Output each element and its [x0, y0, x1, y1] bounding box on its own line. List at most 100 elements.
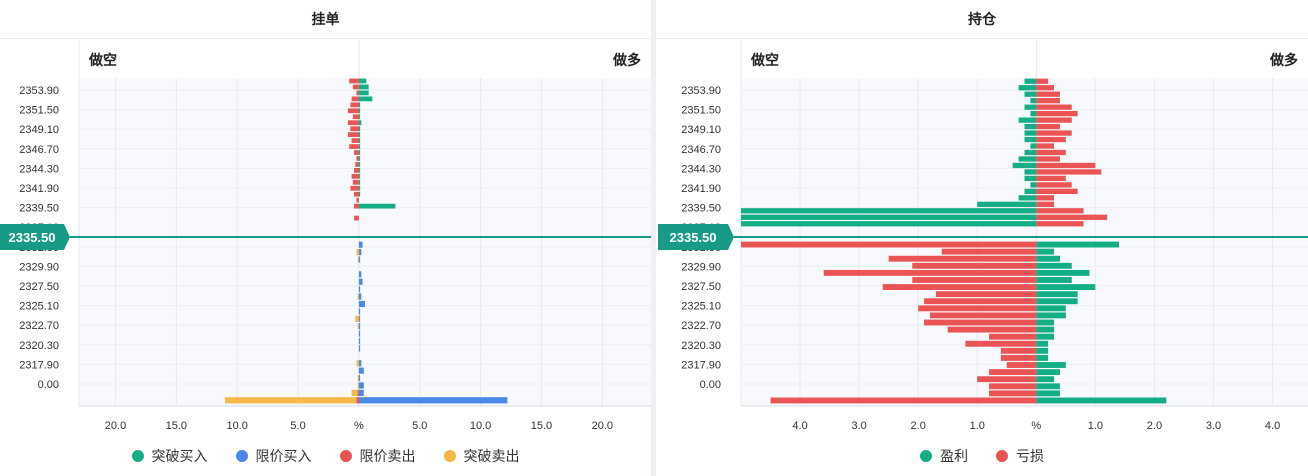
bar-short-profit	[1024, 91, 1037, 97]
bar-short-limit-sell	[351, 138, 359, 143]
bar-long-breakout-buy	[358, 144, 361, 149]
bar-long-profit	[1036, 319, 1055, 326]
bar-short-profit	[1024, 136, 1037, 143]
bar-long-breakout-buy	[358, 185, 361, 191]
bar-short-breakout-sell	[355, 315, 359, 322]
x-tick-label: 10.0	[470, 420, 491, 432]
bar-short-profit	[1024, 78, 1037, 84]
bar-short-loss	[941, 248, 1037, 255]
legend-label: 亏损	[1016, 448, 1044, 464]
bar-short-limit-sell	[352, 114, 359, 120]
legend-item-limit-sell[interactable]: 限价卖出	[339, 446, 416, 466]
legend-item-profit[interactable]: 盈利	[920, 446, 968, 466]
bar-long-profit	[1036, 248, 1055, 255]
bar-short-loss	[1006, 362, 1037, 368]
bar-long-limit-buy	[358, 382, 364, 389]
current-price-label: 2335.50	[9, 230, 56, 245]
bar-long-breakout-buy	[358, 96, 373, 102]
bar-long-profit	[1036, 305, 1066, 312]
y-tick-label: 2344.30	[681, 163, 721, 175]
bar-short-breakout-sell	[357, 374, 359, 382]
bar-long-loss	[1036, 85, 1055, 91]
bar-long-profit	[1036, 291, 1078, 298]
bar-long-breakout-buy	[358, 132, 361, 137]
bar-short-profit	[1024, 104, 1037, 110]
bar-short-limit-sell	[347, 132, 359, 137]
y-tick-label: 2349.10	[19, 124, 59, 136]
bar-short-breakout-sell	[356, 360, 359, 367]
y-tick-label: 2320.30	[19, 340, 59, 352]
bar-long-profit	[1036, 397, 1167, 404]
x-tick-label: 2.0	[911, 420, 926, 432]
y-tick-label: 2322.70	[19, 320, 59, 332]
bar-short-loss	[965, 340, 1037, 347]
bar-short-profit	[1024, 130, 1037, 136]
bar-long-loss	[1036, 169, 1102, 175]
bar-short-limit-sell	[354, 191, 359, 197]
bar-short-limit-sell	[349, 78, 359, 84]
bar-long-profit	[1036, 340, 1049, 347]
bar-long-breakout-buy	[358, 191, 361, 197]
bar-long-breakout-buy	[358, 203, 396, 209]
y-tick-label: 2325.10	[681, 301, 721, 313]
bar-short-loss	[1000, 354, 1037, 361]
y-tick-label: 2349.10	[681, 124, 721, 136]
bar-long-profit	[1036, 362, 1066, 368]
bar-short-limit-sell	[357, 389, 359, 396]
bar-long-loss	[1036, 149, 1066, 156]
bar-long-limit-buy	[358, 278, 363, 285]
legend-item-loss[interactable]: 亏损	[996, 446, 1044, 466]
bar-short-breakout-sell	[357, 323, 359, 330]
bar-long-loss	[1036, 162, 1096, 169]
x-tick-label: 5.0	[412, 420, 427, 432]
y-tick-label: 2317.90	[19, 359, 59, 371]
bar-long-breakout-buy	[358, 138, 361, 143]
bar-long-breakout-buy	[358, 84, 369, 90]
x-tick-label: 15.0	[166, 420, 187, 432]
x-axis-center-label: %	[1031, 420, 1041, 432]
bar-short-limit-sell	[352, 84, 359, 90]
bar-short-limit-sell	[354, 203, 359, 209]
bar-short-breakout-sell	[357, 256, 359, 263]
legend-dot-icon	[339, 450, 352, 462]
bar-short-breakout-sell	[357, 382, 359, 389]
current-price-label: 2335.50	[670, 230, 717, 245]
long-direction-label: 做多	[1269, 52, 1298, 68]
legend-label: 限价买入	[255, 448, 312, 464]
y-tick-label: 0.00	[38, 379, 59, 391]
y-tick-label: 2329.90	[19, 261, 59, 273]
bar-short-limit-sell	[356, 197, 359, 203]
bar-long-breakout-buy	[358, 102, 361, 108]
legend-item-breakout-buy[interactable]: 突破买入	[131, 446, 208, 466]
bar-long-profit	[1036, 326, 1055, 333]
bar-short-limit-sell	[349, 144, 359, 149]
legend-label: 突破买入	[151, 448, 208, 464]
bar-short-loss	[989, 369, 1037, 376]
bar-long-profit	[1036, 269, 1090, 276]
legend-dot-icon	[235, 450, 248, 462]
bar-long-limit-buy	[358, 300, 365, 308]
legend-item-breakout-sell[interactable]: 突破卖出	[443, 446, 520, 466]
bar-long-loss	[1036, 130, 1072, 136]
bar-long-limit-buy	[358, 360, 362, 367]
bar-long-breakout-buy	[358, 173, 361, 179]
y-tick-label: 2339.50	[19, 203, 59, 215]
bar-short-loss	[935, 291, 1037, 298]
bar-long-breakout-buy	[358, 120, 362, 126]
y-tick-label: 2341.90	[681, 183, 721, 195]
bar-long-profit	[1036, 369, 1060, 376]
bar-long-loss	[1036, 117, 1072, 123]
bar-long-loss	[1036, 188, 1078, 195]
bar-short-loss	[770, 397, 1037, 404]
bar-long-loss	[1036, 208, 1084, 214]
bar-short-profit	[1012, 162, 1037, 169]
bar-long-profit	[1036, 277, 1072, 283]
bar-short-loss	[823, 269, 1037, 276]
bar-long-loss	[1036, 78, 1049, 84]
legend-item-limit-buy[interactable]: 限价买入	[235, 446, 312, 466]
bar-short-profit	[1024, 175, 1037, 182]
bar-short-profit	[1024, 169, 1037, 175]
bar-long-breakout-buy	[358, 150, 361, 155]
bar-long-limit-buy	[358, 389, 364, 396]
x-tick-label: 4.0	[792, 420, 807, 432]
